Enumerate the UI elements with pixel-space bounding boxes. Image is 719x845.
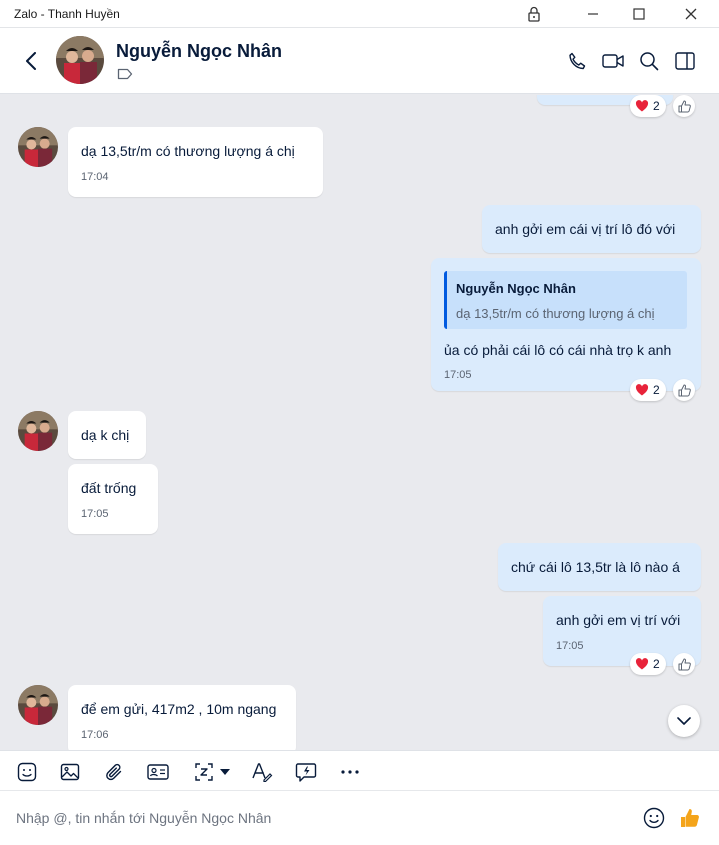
reaction-count: 2 xyxy=(653,383,660,397)
thumbs-up-outline-icon xyxy=(678,658,691,670)
voice-call-button[interactable] xyxy=(563,47,591,75)
thumbs-up-outline-icon xyxy=(678,100,691,112)
message-time: 17:06 xyxy=(81,729,109,741)
conversation-header: Nguyễn Ngọc Nhân xyxy=(0,28,719,94)
more-options-button[interactable] xyxy=(337,759,363,785)
heart-icon xyxy=(635,658,649,670)
reaction-count: 2 xyxy=(653,657,660,671)
screenshot-button[interactable] xyxy=(189,759,235,785)
reaction-badge[interactable]: 2 xyxy=(630,379,666,401)
toggle-panel-button[interactable] xyxy=(671,47,699,75)
chevron-down-icon xyxy=(677,716,691,725)
chevron-left-icon xyxy=(26,52,36,70)
contact-card-icon xyxy=(147,764,169,780)
search-button[interactable] xyxy=(635,47,663,75)
heart-icon xyxy=(635,100,649,112)
message-bubble-incoming[interactable]: dạ 13,5tr/m có thương lượng á chị 17:04 xyxy=(68,127,323,197)
search-icon xyxy=(640,52,659,71)
message-time: 17:05 xyxy=(556,640,584,652)
window-titlebar: Zalo - Thanh Huyền xyxy=(0,0,719,28)
like-button[interactable] xyxy=(673,95,695,117)
contact-name: Nguyễn Ngọc Nhân xyxy=(116,41,283,61)
message-text: chứ cái lô 13,5tr là lô nào á xyxy=(511,559,680,575)
message-text: dạ k chị xyxy=(81,427,130,443)
sender-avatar[interactable] xyxy=(18,685,58,725)
message-text: đất trống xyxy=(81,480,137,496)
message-text: để em gửi, 417m2 , 10m ngang xyxy=(81,701,277,717)
message-bubble-outgoing-reply[interactable]: Nguyễn Ngọc Nhân dạ 13,5tr/m có thương l… xyxy=(431,258,701,391)
sidebar-panel-icon xyxy=(675,52,695,70)
thumbs-up-outline-icon xyxy=(678,384,691,396)
quick-message-button[interactable] xyxy=(293,759,319,785)
emoji-button[interactable] xyxy=(640,804,668,832)
sticker-icon xyxy=(17,762,37,782)
message-bubble-incoming[interactable]: để em gửi, 417m2 , 10m ngang 17:06 xyxy=(68,685,296,750)
message-text: anh gởi em vị trí với xyxy=(556,612,681,628)
quoted-message[interactable]: Nguyễn Ngọc Nhân dạ 13,5tr/m có thương l… xyxy=(444,271,687,329)
minimize-button[interactable] xyxy=(570,0,616,28)
scroll-to-bottom-button[interactable] xyxy=(668,705,700,737)
message-time: 17:04 xyxy=(81,171,109,183)
message-time: 17:05 xyxy=(81,508,109,520)
message-input[interactable] xyxy=(16,806,616,830)
image-icon xyxy=(60,763,80,781)
sticker-button[interactable] xyxy=(14,759,40,785)
sender-avatar[interactable] xyxy=(18,127,58,167)
caret-down-icon xyxy=(220,769,230,775)
message-bubble-outgoing[interactable]: anh gởi em cái vị trí lô đó với xyxy=(482,205,701,253)
emoji-icon xyxy=(643,807,665,829)
tag-icon[interactable] xyxy=(117,67,133,85)
screenshot-icon xyxy=(195,763,213,781)
close-button[interactable] xyxy=(668,0,714,28)
message-list[interactable]: 2 dạ 13,5tr/m có thương lượng á chị 17:0… xyxy=(0,95,719,750)
heart-icon xyxy=(635,384,649,396)
attach-file-button[interactable] xyxy=(101,759,127,785)
video-call-button[interactable] xyxy=(599,47,627,75)
reaction-count: 2 xyxy=(653,99,660,113)
like-button[interactable] xyxy=(673,653,695,675)
reaction-badge[interactable]: 2 xyxy=(630,95,666,117)
quick-message-icon xyxy=(295,763,317,782)
quoted-text: dạ 13,5tr/m có thương lượng á chị xyxy=(456,306,655,321)
message-composer xyxy=(0,791,719,845)
paperclip-icon xyxy=(106,763,122,781)
contact-avatar[interactable] xyxy=(56,36,104,84)
video-camera-icon xyxy=(602,54,624,68)
maximize-button[interactable] xyxy=(616,0,662,28)
text-format-icon xyxy=(252,763,273,782)
message-bubble-incoming[interactable]: dạ k chị xyxy=(68,411,146,459)
thumbs-up-icon xyxy=(681,809,699,827)
message-text: dạ 13,5tr/m có thương lượng á chị xyxy=(81,143,295,159)
message-bubble-outgoing[interactable]: chứ cái lô 13,5tr là lô nào á xyxy=(498,543,701,591)
more-horizontal-icon xyxy=(341,770,359,774)
quoted-sender-name: Nguyễn Ngọc Nhân xyxy=(456,281,576,296)
message-time: 17:05 xyxy=(444,369,472,381)
contact-card-button[interactable] xyxy=(145,759,171,785)
like-button[interactable] xyxy=(673,379,695,401)
phone-icon xyxy=(569,52,586,70)
back-button[interactable] xyxy=(18,48,44,74)
window-title: Zalo - Thanh Huyền xyxy=(14,7,120,21)
reaction-badge[interactable]: 2 xyxy=(630,653,666,675)
text-format-button[interactable] xyxy=(249,759,275,785)
image-button[interactable] xyxy=(57,759,83,785)
lock-icon[interactable] xyxy=(511,0,557,28)
message-text: anh gởi em cái vị trí lô đó với xyxy=(495,221,676,237)
composer-toolbar xyxy=(0,750,719,791)
message-text: ủa có phải cái lô có cái nhà trọ k anh xyxy=(444,342,672,358)
message-bubble-incoming[interactable]: đất trống 17:05 xyxy=(68,464,158,534)
sender-avatar[interactable] xyxy=(18,411,58,451)
send-like-button[interactable] xyxy=(676,804,704,832)
